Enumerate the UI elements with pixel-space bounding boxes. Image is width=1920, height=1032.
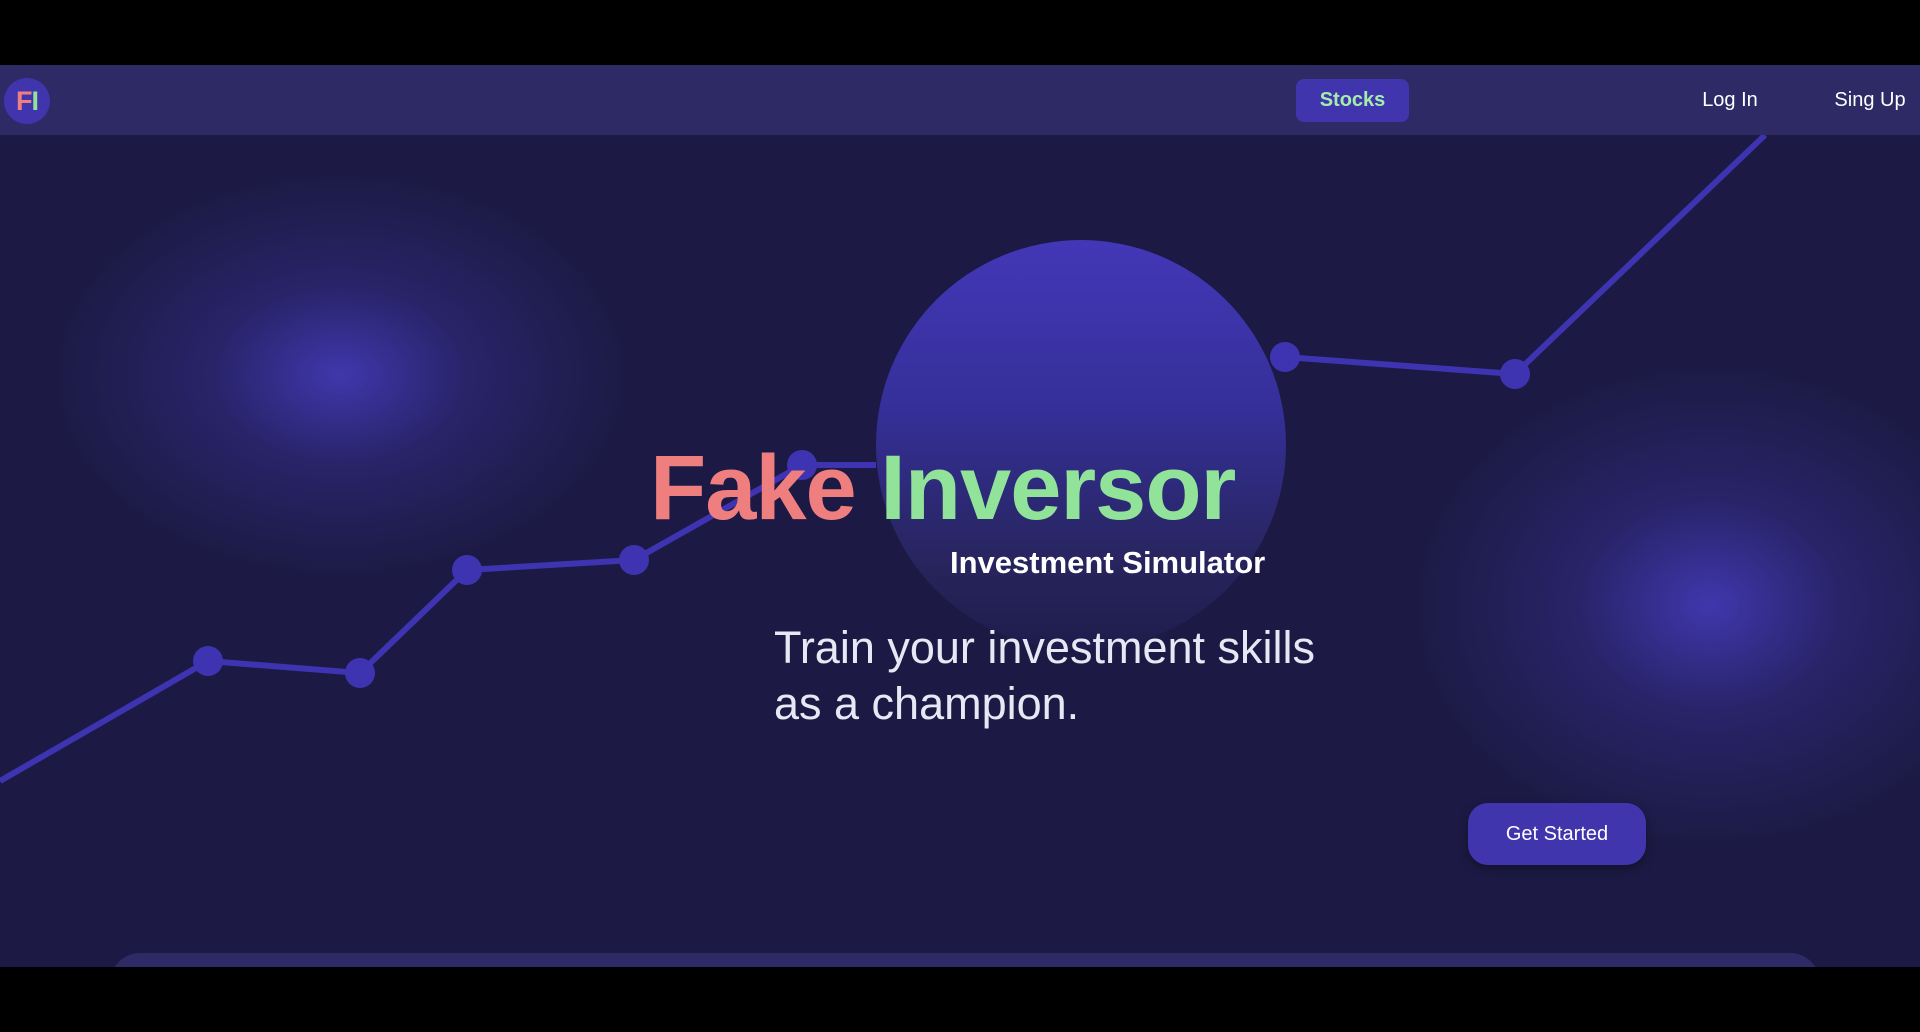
- letterbox-bottom: [0, 967, 1920, 1032]
- get-started-button[interactable]: Get Started: [1468, 803, 1646, 865]
- logo[interactable]: FI: [4, 78, 50, 124]
- stock-point: [1270, 342, 1300, 372]
- hero-title-inversor: Inversor: [880, 437, 1236, 539]
- letterbox-top: [0, 0, 1920, 65]
- hero-title-fake: Fake: [650, 437, 857, 539]
- top-navbar: FI Stocks Log In Sing Up: [0, 65, 1920, 135]
- hero-tagline: Train your investment skills as a champi…: [774, 622, 1315, 729]
- page-viewport: FI Stocks Log In Sing Up Fake Inversor I…: [0, 65, 1920, 967]
- nav-login-link[interactable]: Log In: [1680, 85, 1780, 115]
- logo-letter-f: F: [15, 85, 32, 116]
- nav-stocks-button[interactable]: Stocks: [1296, 79, 1409, 122]
- next-section-card: [110, 953, 1820, 967]
- hero-subtitle: Investment Simulator: [950, 545, 1266, 580]
- stock-point: [619, 545, 649, 575]
- nav-signup-link[interactable]: Sing Up: [1820, 85, 1920, 115]
- stock-point: [193, 646, 223, 676]
- stock-line-path-upper: [1284, 132, 1768, 377]
- logo-letter-i: I: [31, 85, 38, 116]
- stock-point: [452, 555, 482, 585]
- hero-title: Fake Inversor: [650, 442, 1236, 534]
- stock-point: [345, 658, 375, 688]
- stock-point: [1500, 359, 1530, 389]
